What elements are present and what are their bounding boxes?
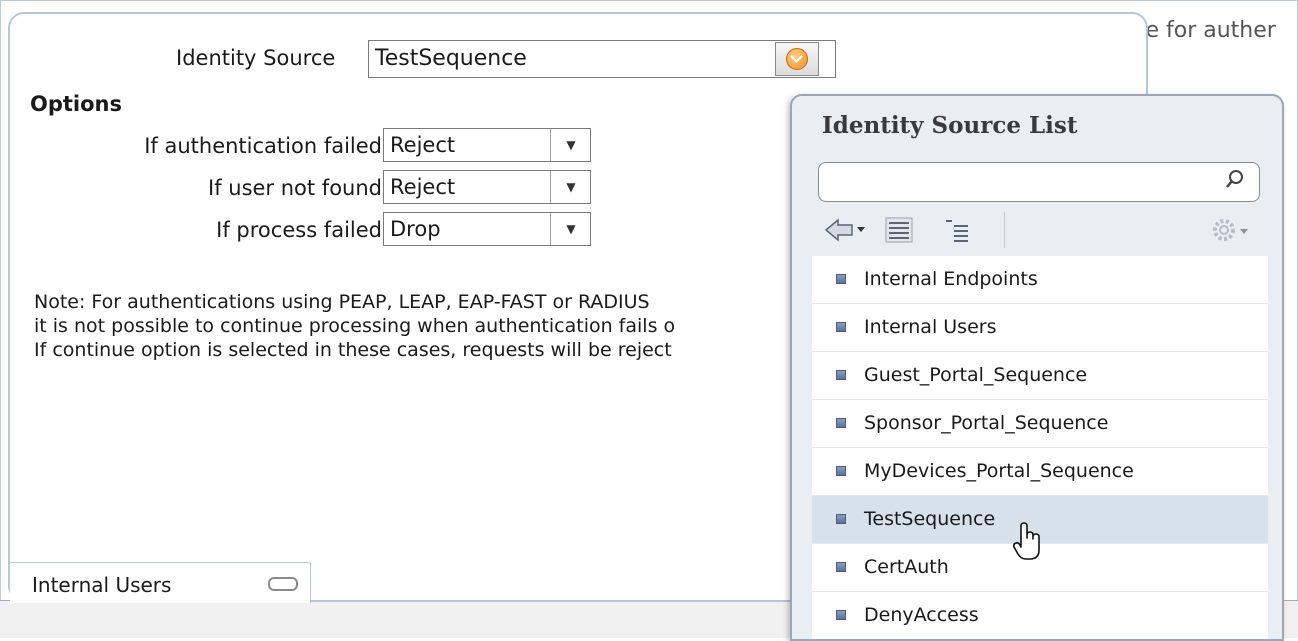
user-not-found-label: If user not found [208,176,382,200]
tree-view-icon[interactable] [942,216,972,244]
source-icon [836,274,846,284]
auth-failed-select[interactable]: Reject ▼ [383,128,591,162]
source-icon [836,322,846,332]
list-item-mydevices-portal-sequence[interactable]: MyDevices_Portal_Sequence [812,448,1268,496]
options-heading: Options [30,92,122,116]
dropdown-arrow-icon[interactable]: ▼ [550,213,591,245]
note-line-2: it is not possible to continue processin… [34,315,676,337]
chevron-down-icon [786,48,808,70]
popup-title: Identity Source List [822,112,1078,139]
list-item-label: TestSequence [864,508,996,530]
back-arrow-icon[interactable] [824,216,868,244]
source-icon [836,466,846,476]
list-item-label: Internal Endpoints [864,268,1038,290]
list-item-denyaccess[interactable]: DenyAccess [812,592,1268,639]
source-icon [836,562,846,572]
list-item-label: CertAuth [864,556,949,578]
process-failed-select[interactable]: Drop ▼ [383,212,591,246]
dropdown-arrow-icon[interactable]: ▼ [550,129,591,161]
search-icon[interactable] [1225,169,1245,189]
identity-source-search-input[interactable] [818,162,1260,202]
list-item-guest-portal-sequence[interactable]: Guest_Portal_Sequence [812,352,1268,400]
process-failed-value: Drop [390,217,441,241]
popup-toolbar [812,208,1262,252]
user-not-found-value: Reject [390,175,456,199]
tab-label: Internal Users [32,573,172,597]
list-item-internal-users[interactable]: Internal Users [812,304,1268,352]
source-icon [836,370,846,380]
internal-users-tab[interactable]: Internal Users [10,562,311,603]
gear-icon[interactable] [1208,216,1252,244]
hand-cursor-icon [1012,522,1040,560]
note-line-3: If continue option is selected in these … [34,339,672,361]
list-item-label: MyDevices_Portal_Sequence [864,460,1134,482]
user-not-found-select[interactable]: Reject ▼ [383,170,591,204]
source-icon [836,418,846,428]
identity-source-list: Internal Endpoints Internal Users Guest_… [812,256,1268,639]
collapse-toggle-icon[interactable] [268,577,298,591]
dropdown-arrow-icon[interactable]: ▼ [550,171,591,203]
list-item-label: Internal Users [864,316,997,338]
auth-failed-value: Reject [390,133,456,157]
list-view-icon[interactable] [884,216,914,244]
list-item-label: Sponsor_Portal_Sequence [864,412,1109,434]
source-icon [836,610,846,620]
list-item-label: Guest_Portal_Sequence [864,364,1088,386]
identity-source-combobox[interactable]: TestSequence [368,40,836,78]
identity-source-label: Identity Source [176,46,336,70]
source-icon [836,514,846,524]
note-text: Note: For authentications using PEAP, LE… [34,290,788,362]
list-item-sponsor-portal-sequence[interactable]: Sponsor_Portal_Sequence [812,400,1268,448]
identity-source-dropdown-button[interactable] [775,42,819,76]
identity-source-value: TestSequence [375,46,527,71]
auth-failed-label: If authentication failed [144,134,382,158]
note-line-1: Note: For authentications using PEAP, LE… [34,291,650,313]
toolbar-separator [1004,212,1005,248]
process-failed-label: If process failed [216,218,382,242]
list-item-internal-endpoints[interactable]: Internal Endpoints [812,256,1268,304]
list-item-label: DenyAccess [864,604,979,626]
background-partial-text: se for auther [1134,18,1276,43]
